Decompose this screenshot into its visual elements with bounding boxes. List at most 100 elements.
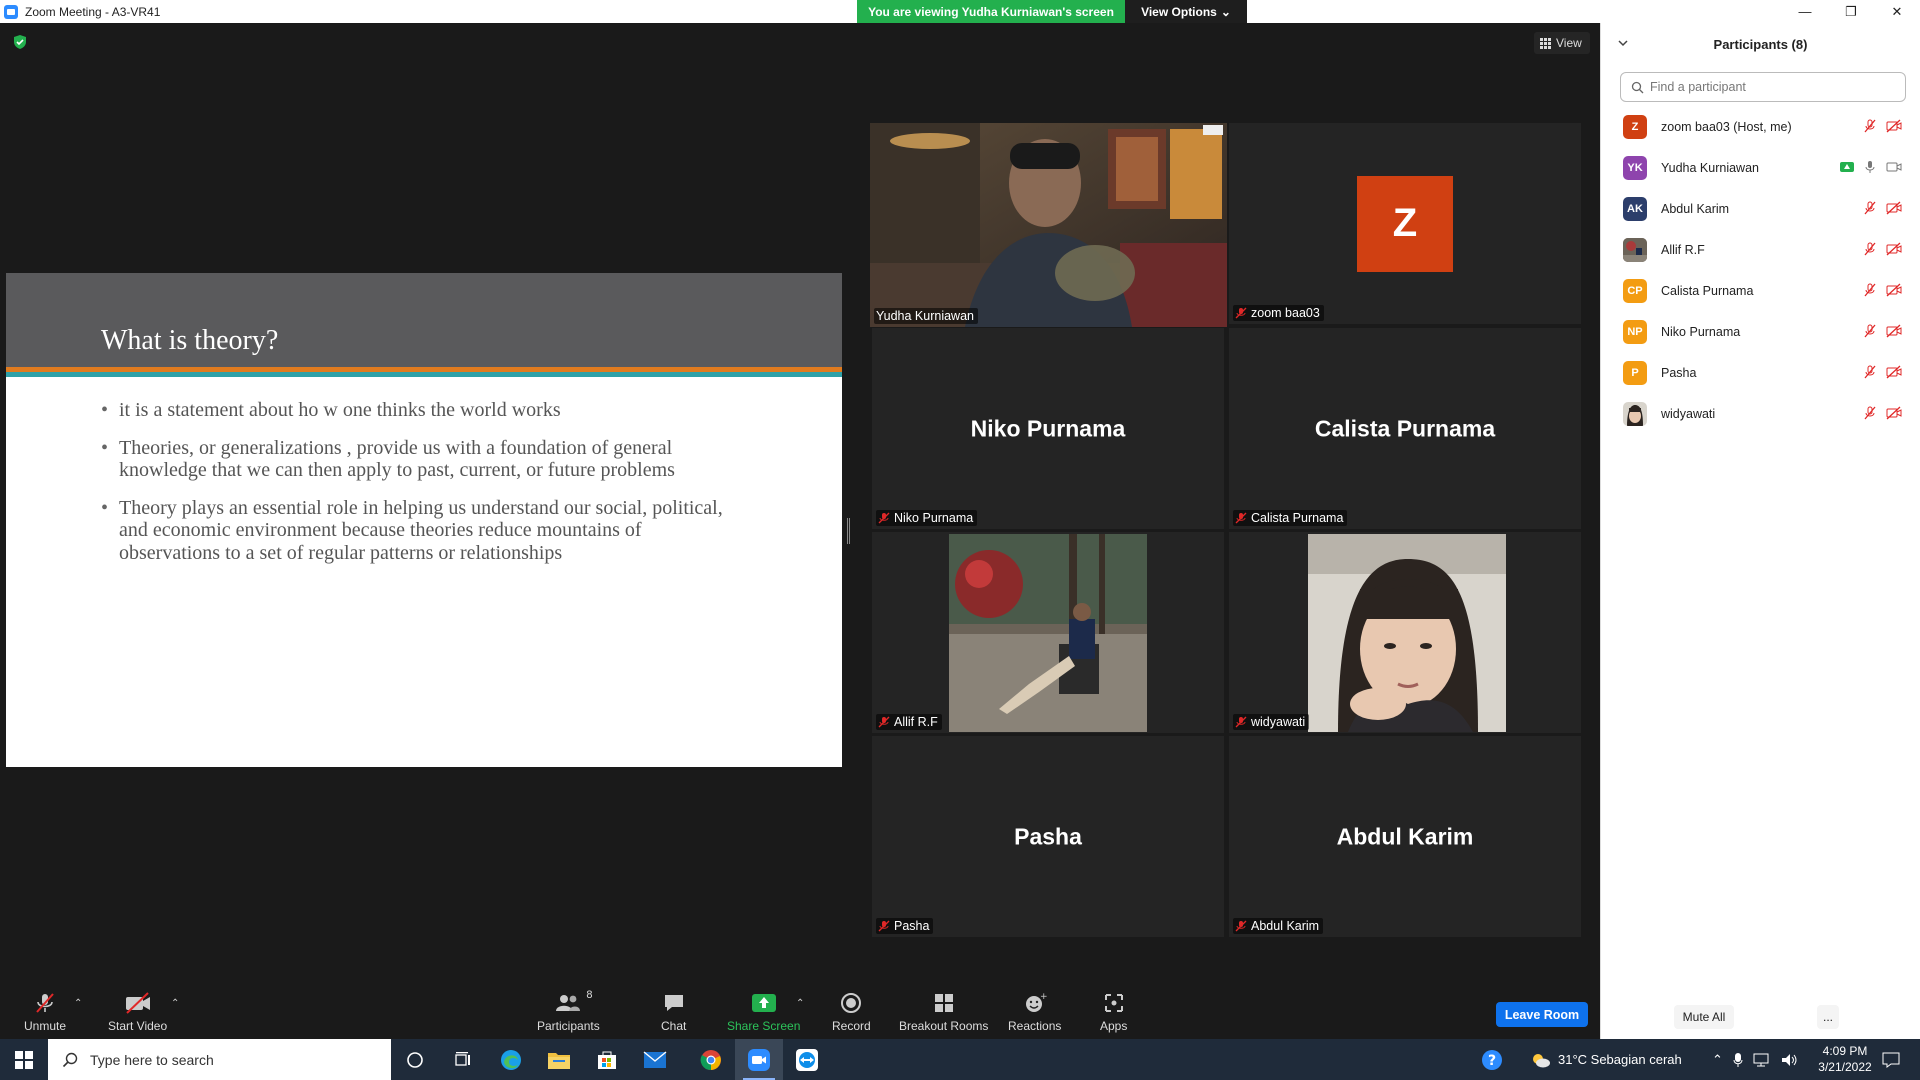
view-options-button[interactable]: View Options ⌄: [1125, 0, 1247, 23]
video-tile-abdul[interactable]: Abdul Karim Abdul Karim: [1229, 736, 1581, 937]
participant-status-icons: [1863, 365, 1902, 379]
tile-name-text: Yudha Kurniawan: [876, 309, 974, 323]
video-tile-zoom-baa03[interactable]: Z zoom baa03: [1229, 123, 1581, 324]
screen-share-icon: [1840, 162, 1854, 172]
video-tile-pasha[interactable]: Pasha Pasha: [872, 736, 1224, 937]
view-button[interactable]: View: [1534, 32, 1590, 54]
video-tile-calista[interactable]: Calista Purnama Calista Purnama: [1229, 328, 1581, 529]
restore-button[interactable]: ❐: [1828, 0, 1874, 23]
edge-app[interactable]: [487, 1039, 535, 1080]
participants-icon: 8: [554, 989, 592, 1015]
participant-status-icons: [1840, 160, 1902, 174]
teamviewer-app[interactable]: [783, 1039, 831, 1080]
reactions-button[interactable]: + Reactions: [1008, 991, 1061, 1033]
taskbar-search-input[interactable]: Type here to search: [48, 1039, 391, 1080]
network-icon[interactable]: [1753, 1053, 1771, 1067]
notification-center-button[interactable]: [1882, 1039, 1900, 1080]
participant-row[interactable]: YK Yudha Kurniawan: [1601, 147, 1920, 188]
audio-options-caret-icon[interactable]: ⌃: [74, 998, 82, 1009]
weather-tray[interactable]: 31°C Sebagian cerah: [1530, 1039, 1682, 1080]
participants-button[interactable]: 8 Participants: [537, 989, 600, 1033]
participants-panel-footer: Mute All ...: [1601, 995, 1920, 1039]
share-options-caret-icon[interactable]: ⌃: [796, 998, 804, 1009]
participant-name: Yudha Kurniawan: [1661, 160, 1759, 175]
show-hidden-icons-chevron-icon[interactable]: ⌃: [1712, 1052, 1723, 1068]
mic-muted-icon: [1864, 406, 1876, 420]
tile-name-text: Calista Purnama: [1251, 511, 1344, 525]
taskbar-clock[interactable]: 4:09 PM 3/21/2022: [1810, 1043, 1880, 1075]
video-tile-yudha[interactable]: Yudha Kurniawan: [870, 123, 1227, 327]
breakout-rooms-button[interactable]: Breakout Rooms: [899, 991, 988, 1033]
participant-row[interactable]: CP Calista Purnama: [1601, 270, 1920, 311]
task-view-button[interactable]: [439, 1039, 487, 1080]
unmute-label: Unmute: [24, 1019, 67, 1033]
split-resize-handle[interactable]: [847, 518, 850, 544]
record-button[interactable]: Record: [832, 991, 871, 1033]
participant-row[interactable]: widyawati: [1601, 393, 1920, 434]
participant-row[interactable]: NP Niko Purnama: [1601, 311, 1920, 352]
participant-row[interactable]: P Pasha: [1601, 352, 1920, 393]
mail-icon: [643, 1050, 667, 1068]
video-tile-widyawati[interactable]: widyawati: [1229, 532, 1581, 733]
breakout-rooms-icon: [932, 991, 956, 1015]
store-app[interactable]: [583, 1039, 631, 1080]
mic-muted-icon: [1864, 324, 1876, 338]
video-off-icon: [1886, 324, 1902, 338]
tile-name-label: Niko Purnama: [876, 510, 978, 526]
task-view-icon: [455, 1051, 470, 1066]
participants-count: 8: [586, 989, 593, 1001]
close-button[interactable]: ✕: [1874, 0, 1920, 23]
microphone-icon[interactable]: [1733, 1052, 1743, 1068]
start-video-button[interactable]: Start Video: [108, 991, 167, 1033]
chat-button[interactable]: Chat: [661, 991, 686, 1033]
video-tile-allif[interactable]: Allif R.F: [872, 532, 1224, 733]
zoom-app-icon: [4, 4, 18, 19]
apps-button[interactable]: Apps: [1100, 991, 1127, 1033]
mic-muted-icon: [1864, 242, 1876, 256]
shared-screen-slide: What is theory? it is a statement about …: [6, 273, 842, 767]
record-label: Record: [832, 1019, 871, 1033]
folder-icon: [548, 1052, 570, 1069]
minimize-button[interactable]: —: [1782, 0, 1828, 23]
avatar: P: [1623, 360, 1647, 385]
mail-app[interactable]: [631, 1039, 679, 1080]
participant-row[interactable]: Z zoom baa03 (Host, me): [1601, 106, 1920, 147]
participant-row[interactable]: Allif R.F: [1601, 229, 1920, 270]
participant-row[interactable]: AK Abdul Karim: [1601, 188, 1920, 229]
viewing-banner-text: You are viewing Yudha Kurniawan's screen: [868, 4, 1114, 19]
mic-muted-icon: [1864, 119, 1876, 133]
system-tray-icons: ⌃: [1712, 1039, 1799, 1080]
zoom-app[interactable]: [735, 1039, 783, 1080]
leave-room-button[interactable]: Leave Room: [1496, 1002, 1588, 1027]
weather-text: 31°C Sebagian cerah: [1558, 1052, 1682, 1067]
share-screen-button[interactable]: Share Screen: [727, 991, 800, 1033]
help-tray[interactable]: ?: [1481, 1039, 1503, 1080]
share-screen-icon: [751, 991, 777, 1015]
participants-panel: Participants (8) Find a participant Z zo…: [1600, 23, 1920, 1039]
viewing-banner: You are viewing Yudha Kurniawan's screen: [857, 0, 1125, 23]
unmute-button[interactable]: Unmute: [24, 991, 66, 1033]
tile-name-label: Yudha Kurniawan: [874, 308, 978, 324]
collapse-chevron-icon[interactable]: [1617, 37, 1629, 52]
windows-taskbar: Type here to search ? 31°C Sebagian cera…: [0, 1039, 1920, 1080]
video-icon: [1886, 162, 1902, 172]
breakout-rooms-label: Breakout Rooms: [899, 1019, 989, 1033]
tile-name-label: zoom baa03: [1233, 305, 1324, 321]
chrome-app[interactable]: [687, 1039, 735, 1080]
video-options-caret-icon[interactable]: ⌃: [171, 998, 179, 1009]
more-options-button[interactable]: ...: [1817, 1005, 1839, 1029]
participant-name: widyawati: [1661, 406, 1716, 421]
participant-name: Niko Purnama: [1661, 324, 1741, 339]
participant-search-input[interactable]: Find a participant: [1620, 72, 1906, 102]
video-off-icon: [1886, 242, 1902, 256]
video-off-icon: [124, 991, 152, 1015]
video-off-icon: [1886, 283, 1902, 297]
video-tile-niko[interactable]: Niko Purnama Niko Purnama: [872, 328, 1224, 529]
participants-panel-header: Participants (8): [1601, 23, 1920, 65]
security-shield-icon[interactable]: [12, 34, 28, 50]
mute-all-button[interactable]: Mute All: [1674, 1005, 1734, 1029]
file-explorer-app[interactable]: [535, 1039, 583, 1080]
start-button[interactable]: [0, 1039, 48, 1080]
cortana-button[interactable]: [391, 1039, 439, 1080]
volume-icon[interactable]: [1781, 1053, 1799, 1067]
